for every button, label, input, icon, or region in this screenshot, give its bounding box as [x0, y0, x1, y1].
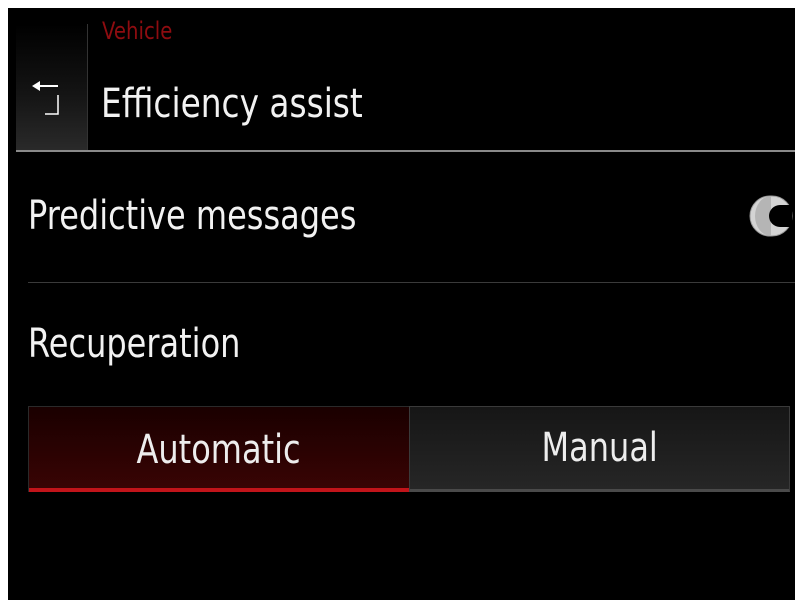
predictive-messages-label: Predictive messages	[28, 193, 357, 239]
breadcrumb: Vehicle	[102, 17, 173, 45]
automatic-label: Automatic	[136, 426, 301, 473]
page-title: Efficiency assist	[101, 81, 363, 127]
predictive-messages-toggle[interactable]	[749, 195, 793, 237]
recuperation-automatic-button[interactable]: Automatic	[28, 406, 409, 492]
header-divider	[16, 150, 795, 152]
manual-label: Manual	[541, 425, 658, 471]
row-divider	[28, 282, 795, 283]
back-arrow-icon	[32, 81, 59, 115]
screen: Vehicle Efficiency assist Predictive mes…	[8, 8, 795, 600]
recuperation-label: Recuperation	[28, 321, 241, 367]
recuperation-manual-button[interactable]: Manual	[408, 406, 790, 492]
back-button[interactable]	[16, 24, 88, 151]
recuperation-selector: Automatic Manual	[28, 406, 790, 492]
